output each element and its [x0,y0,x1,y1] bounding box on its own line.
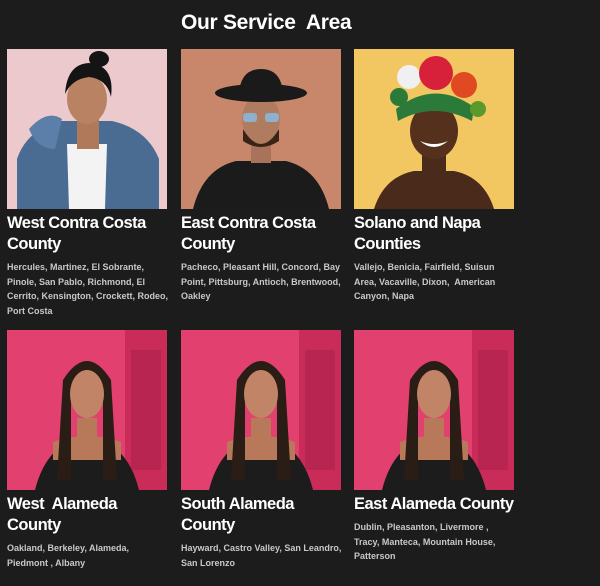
card-title: West Contra Costa County [7,214,150,253]
card-cities: Hayward, Castro Valley, San Leandro, San… [181,543,344,568]
person-photo [181,49,341,209]
person-photo [7,330,167,490]
person-photo [7,49,167,209]
service-area-card: East Contra Costa County Pacheco, Pleasa… [181,49,343,304]
card-title: East Contra Costa County [181,214,320,253]
card-title: South Alameda County [181,495,299,534]
service-area-card: East Alameda County Dublin, Pleasanton, … [354,330,516,564]
card-cities: Dublin, Pleasanton, Livermore , Tracy, M… [354,522,498,561]
card-cities: Oakland, Berkeley, Alameda, Piedmont , A… [7,543,132,568]
card-cities: Pacheco, Pleasant Hill, Concord, Bay Poi… [181,262,344,301]
card-cities: Vallejo, Benicia, Fairfield, Suisun Area… [354,262,498,301]
card-title: Solano and Napa Counties [354,214,485,253]
person-photo [354,330,514,490]
card-title: East Alameda County [354,495,514,513]
card-title: West Alameda County [7,495,122,534]
section-title: Our Service Area [181,11,352,34]
service-area-card: West Alameda County Oakland, Berkeley, A… [7,330,169,570]
service-area-card: South Alameda County Hayward, Castro Val… [181,330,343,570]
service-area-card: Solano and Napa Counties Vallejo, Benici… [354,49,516,304]
person-photo [354,49,514,209]
card-cities: Hercules, Martinez, El Sobrante, Pinole,… [7,262,171,316]
service-area-card: West Contra Costa County Hercules, Marti… [7,49,169,318]
person-photo [181,330,341,490]
